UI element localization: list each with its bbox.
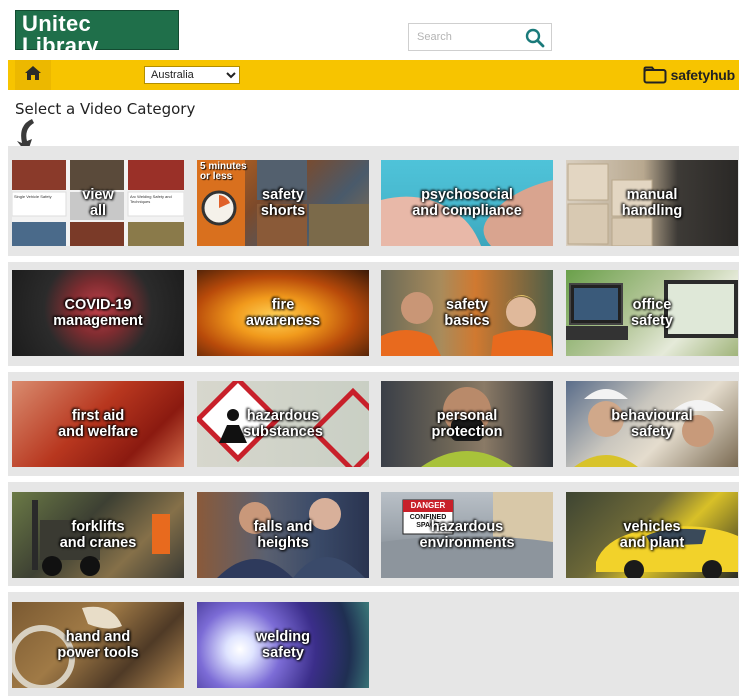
safetyhub-brand-name: safetyhub [670, 67, 736, 83]
home-icon [24, 65, 42, 86]
category-label: forklifts and cranes [59, 519, 137, 551]
category-tile-psychosocial[interactable]: psychosocial and compliance [381, 160, 553, 246]
category-tile-covid[interactable]: COVID-19 management [12, 270, 184, 356]
category-label: welding safety [256, 629, 310, 661]
category-label: hazardous environments [419, 519, 515, 551]
search-box [408, 23, 552, 51]
category-label: personal protection [431, 408, 503, 440]
duration-badge: 5 minutes or less [200, 161, 247, 182]
category-tile-manual-handling[interactable]: manual handling [566, 160, 738, 246]
safetyhub-logo-icon [643, 66, 667, 84]
danger-sign-text: DANGER [410, 501, 446, 510]
category-label: fire awareness [245, 297, 321, 329]
category-tile-falls-heights[interactable]: falls and heights [197, 492, 369, 578]
category-tile-first-aid[interactable]: first aid and welfare [12, 381, 184, 467]
category-label: view all [82, 187, 114, 219]
category-tile-safety-shorts[interactable]: 5 minutes or less safety shorts [197, 160, 369, 246]
category-tile-safety-basics[interactable]: safety basics [381, 270, 553, 356]
category-tile-hazardous-substances[interactable]: hazardous substances [197, 381, 369, 467]
category-label: COVID-19 management [53, 297, 143, 329]
unitec-library-logo[interactable]: Unitec Library provides this resource [15, 10, 179, 69]
category-label: first aid and welfare [58, 408, 138, 440]
row-divider [8, 586, 739, 592]
country-select[interactable]: Australia [144, 66, 240, 84]
top-toolbar: Australia safetyhub [8, 60, 739, 90]
category-label: falls and heights [253, 519, 313, 551]
category-label: safety basics [444, 297, 490, 329]
category-tile-hand-power-tools[interactable]: hand and power tools [12, 602, 184, 688]
category-tile-welding-safety[interactable]: welding safety [197, 602, 369, 688]
search-input[interactable] [409, 24, 519, 50]
category-tile-vehicles-plant[interactable]: vehicles and plant [566, 492, 738, 578]
category-tile-behavioural-safety[interactable]: behavioural safety [566, 381, 738, 467]
category-tile-hazardous-environments[interactable]: DANGER CONFINED SPACE hazardous environm… [381, 492, 553, 578]
logo-title: Unitec Library [22, 11, 99, 58]
category-label: hand and power tools [57, 629, 139, 661]
row-divider [8, 366, 739, 372]
row-divider [8, 256, 739, 262]
home-button[interactable] [15, 60, 51, 90]
category-tile-office-safety[interactable]: office safety [566, 270, 738, 356]
category-label: manual handling [621, 187, 683, 219]
category-tile-forklifts-cranes[interactable]: forklifts and cranes [12, 492, 184, 578]
category-tile-fire-awareness[interactable]: fire awareness [197, 270, 369, 356]
row-divider [8, 476, 739, 482]
grid-empty-area [371, 598, 739, 696]
category-label: hazardous substances [243, 408, 323, 440]
page-heading: Select a Video Category [15, 100, 196, 118]
category-label: safety shorts [260, 187, 306, 219]
category-label: behavioural safety [611, 408, 693, 440]
category-tile-personal-protection[interactable]: personal protection [381, 381, 553, 467]
category-tile-view-all[interactable]: Single Vehicle Safety Arc Welding Safety… [12, 160, 184, 246]
category-label: psychosocial and compliance [412, 187, 522, 219]
safetyhub-brand[interactable]: safetyhub [643, 66, 735, 84]
search-icon[interactable] [525, 28, 545, 48]
category-label: office safety [631, 297, 673, 329]
category-label: vehicles and plant [619, 519, 685, 551]
